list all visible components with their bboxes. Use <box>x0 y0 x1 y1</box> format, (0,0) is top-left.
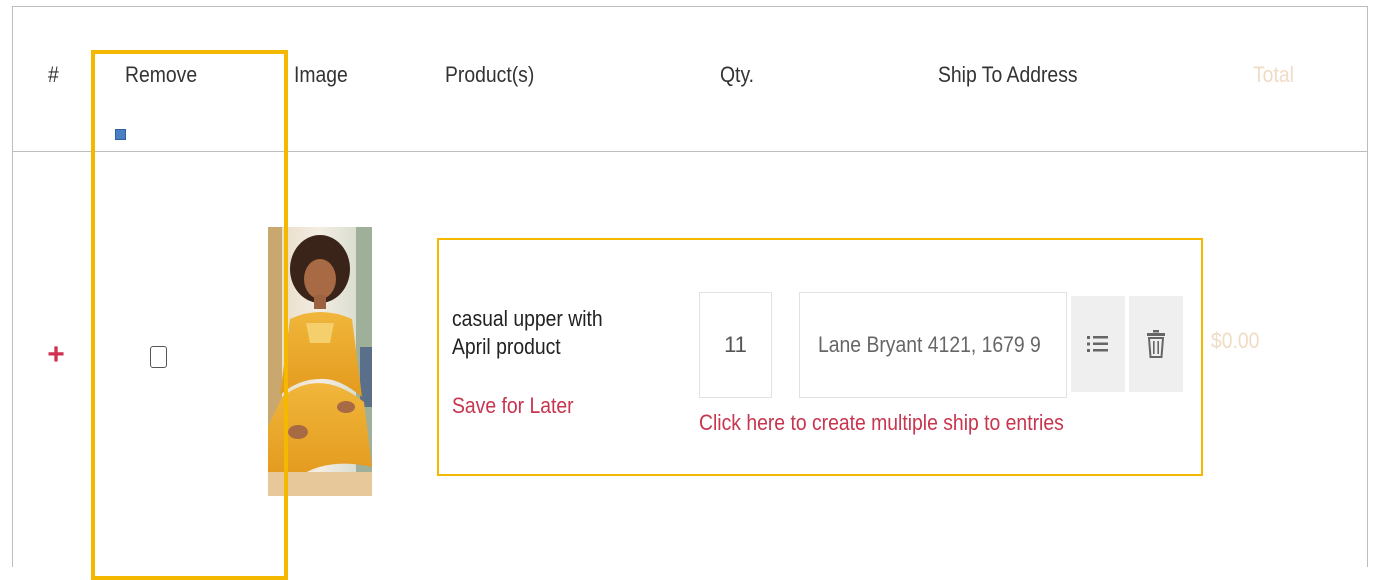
header-image: Image <box>294 62 348 87</box>
trash-icon <box>1147 330 1165 358</box>
table-top-border <box>12 6 1368 7</box>
header-qty: Qty. <box>720 62 755 87</box>
table-right-border <box>1367 6 1368 567</box>
address-list-button[interactable] <box>1071 296 1125 392</box>
delete-address-button[interactable] <box>1129 296 1183 392</box>
quantity-value: 11 <box>724 332 747 357</box>
save-for-later-link[interactable]: Save for Later <box>452 393 574 419</box>
header-total: Total <box>1253 62 1294 87</box>
row-total: $0.00 <box>1211 328 1260 353</box>
product-name: casual upper with April product <box>452 306 603 359</box>
list-icon <box>1087 336 1108 352</box>
multiple-ship-to-link[interactable]: Click here to create multiple ship to en… <box>699 410 1064 436</box>
ship-address-input[interactable]: Lane Bryant 4121, 1679 9 <box>799 292 1067 398</box>
header-products: Product(s) <box>445 62 535 87</box>
ship-address-value: Lane Bryant 4121, 1679 9 <box>818 332 1041 357</box>
header-ship-to: Ship To Address <box>938 62 1078 87</box>
header-index: # <box>48 62 59 87</box>
quantity-input[interactable]: 11 <box>699 292 772 398</box>
table-left-border <box>12 6 13 567</box>
expand-row-icon[interactable]: + <box>46 340 66 370</box>
remove-column-highlight <box>91 50 288 580</box>
